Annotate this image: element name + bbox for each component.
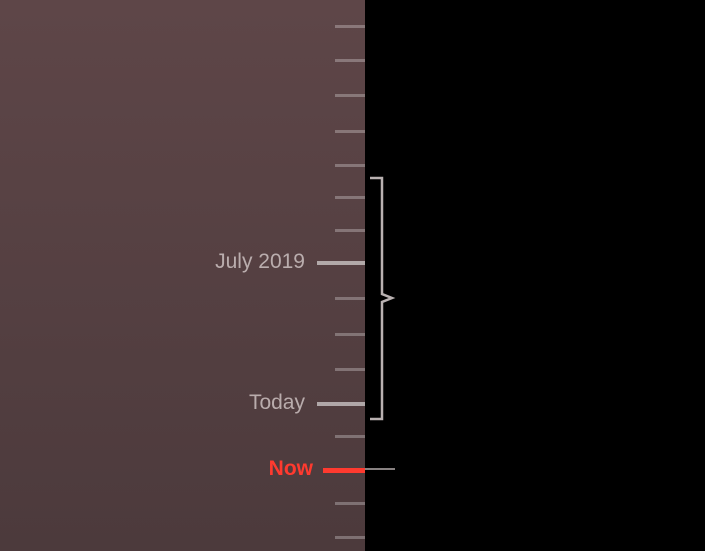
timeline-panel: July 2019 Today Now	[0, 0, 365, 551]
timeline-tick[interactable]	[335, 229, 365, 232]
timeline-tick[interactable]	[335, 333, 365, 336]
bracket-path	[370, 178, 392, 419]
timeline-tick-today[interactable]	[317, 402, 365, 406]
timeline-tick-now[interactable]	[323, 468, 365, 473]
timeline-tick[interactable]	[335, 435, 365, 438]
timeline-tick[interactable]	[335, 297, 365, 300]
timeline-tick[interactable]	[335, 164, 365, 167]
timeline-tick[interactable]	[335, 130, 365, 133]
timeline-tick[interactable]	[335, 25, 365, 28]
timeline-tick[interactable]	[335, 368, 365, 371]
timeline-tick[interactable]	[335, 536, 365, 539]
timeline-tick[interactable]	[335, 94, 365, 97]
now-indicator-extension	[365, 468, 395, 470]
timeline-label-now: Now	[269, 457, 313, 481]
timeline-tick-july-2019[interactable]	[317, 261, 365, 265]
timeline-tick[interactable]	[335, 59, 365, 62]
timeline-tick[interactable]	[335, 502, 365, 505]
timeline-label-july-2019: July 2019	[215, 250, 305, 274]
timeline-tick[interactable]	[335, 196, 365, 199]
empty-panel	[365, 0, 705, 551]
timeline-label-today: Today	[249, 391, 305, 415]
